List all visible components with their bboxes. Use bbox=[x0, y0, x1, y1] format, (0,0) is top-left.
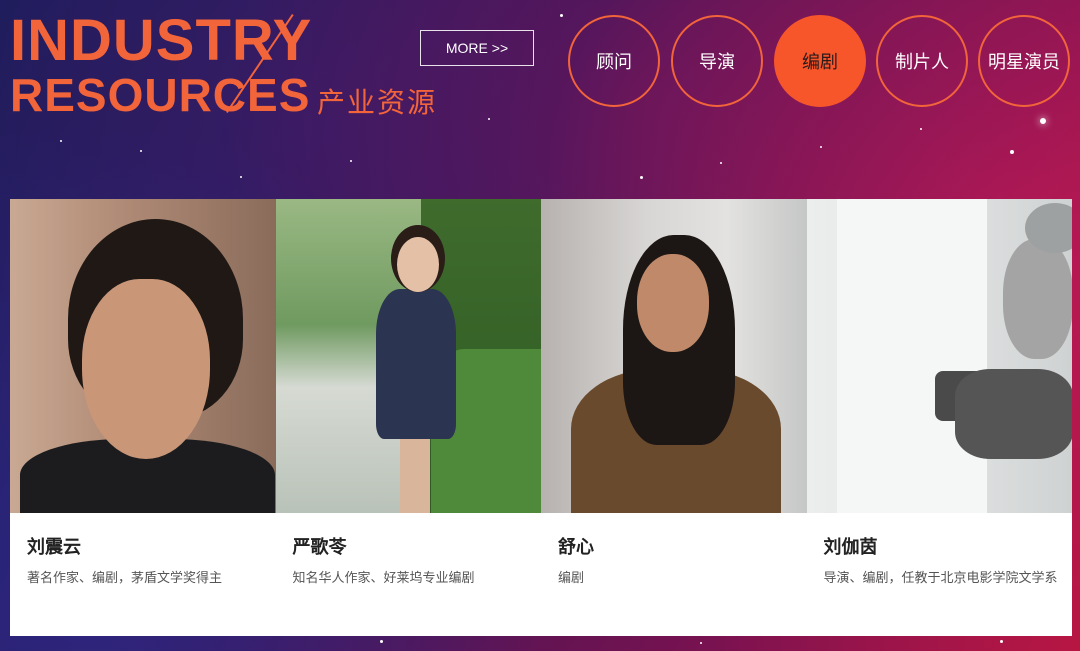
person-photo[interactable] bbox=[806, 199, 1072, 513]
person-description: 导演、编剧，任教于北京电影学院文学系 bbox=[823, 571, 1058, 586]
person-name[interactable]: 舒心 bbox=[558, 533, 594, 559]
logo-line-1: INDUSTRY bbox=[10, 8, 313, 73]
person-photo[interactable] bbox=[10, 199, 276, 513]
category-consultant[interactable]: 顾问 bbox=[568, 15, 660, 107]
person-name[interactable]: 刘伽茵 bbox=[824, 533, 878, 559]
person-photo[interactable] bbox=[541, 199, 807, 513]
category-screenwriter[interactable]: 编剧 bbox=[774, 15, 866, 107]
person-card[interactable]: 刘震云 著名作家、编剧，茅盾文学奖得主 bbox=[10, 199, 276, 636]
person-description: 知名华人作家、好莱坞专业编剧 bbox=[292, 571, 475, 586]
people-panel: 刘震云 著名作家、编剧，茅盾文学奖得主 严歌苓 知名华人作家、好莱坞专业编剧 舒… bbox=[10, 199, 1072, 636]
person-name[interactable]: 严歌苓 bbox=[293, 533, 347, 559]
more-button[interactable]: MORE >> bbox=[420, 30, 534, 66]
category-producer[interactable]: 制片人 bbox=[876, 15, 968, 107]
logo-line-2: RESOURCES bbox=[10, 69, 311, 121]
person-name[interactable]: 刘震云 bbox=[27, 533, 81, 559]
person-card[interactable]: 严歌苓 知名华人作家、好莱坞专业编剧 bbox=[275, 199, 541, 636]
person-photo[interactable] bbox=[275, 199, 541, 513]
person-card[interactable]: 刘伽茵 导演、编剧，任教于北京电影学院文学系 bbox=[806, 199, 1072, 636]
person-description: 著名作家、编剧，茅盾文学奖得主 bbox=[27, 571, 223, 586]
category-director[interactable]: 导演 bbox=[671, 15, 763, 107]
person-card[interactable]: 舒心 编剧 bbox=[541, 199, 807, 636]
person-description: 编剧 bbox=[558, 571, 585, 586]
logo-chinese-title: 产业资源 bbox=[317, 86, 438, 119]
category-star-actor[interactable]: 明星演员 bbox=[978, 15, 1070, 107]
industry-resources-logo: INDUSTRY RESOURCES 产业资源 bbox=[10, 10, 470, 120]
